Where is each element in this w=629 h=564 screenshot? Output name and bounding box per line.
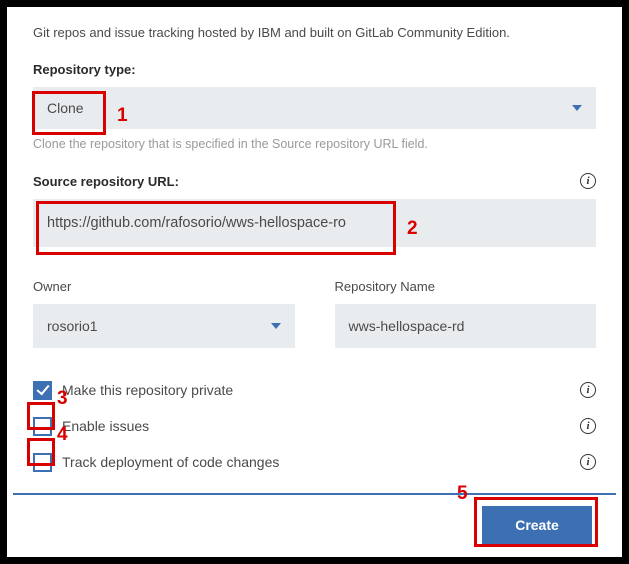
caret-down-icon [271, 323, 281, 329]
panel-description: Git repos and issue tracking hosted by I… [33, 25, 596, 40]
info-icon[interactable]: i [580, 418, 596, 434]
create-button-label: Create [515, 517, 559, 533]
checkbox-issues-row: Enable issues i [33, 414, 596, 438]
repo-type-value: Clone [47, 100, 84, 116]
repo-type-select[interactable]: Clone [33, 87, 596, 129]
caret-down-icon [572, 105, 582, 111]
reponame-input[interactable]: wws-hellospace-rd [335, 304, 597, 348]
checkbox-track-row: Track deployment of code changes i [33, 450, 596, 474]
info-icon[interactable]: i [580, 454, 596, 470]
owner-value: rosorio1 [47, 318, 98, 334]
checkbox-private[interactable] [33, 381, 52, 400]
checkbox-issues-label: Enable issues [62, 418, 149, 434]
reponame-label: Repository Name [335, 279, 597, 294]
reponame-value: wws-hellospace-rd [349, 318, 465, 334]
repo-type-helper: Clone the repository that is specified i… [33, 137, 596, 151]
checkbox-track-label: Track deployment of code changes [62, 454, 279, 470]
info-icon[interactable]: i [580, 382, 596, 398]
source-url-input[interactable]: https://github.com/rafosorio/wws-hellosp… [33, 199, 596, 247]
checkbox-track[interactable] [33, 453, 52, 472]
checkbox-private-row: Make this repository private i [33, 378, 596, 402]
divider [13, 493, 616, 495]
source-url-value: https://github.com/rafosorio/wws-hellosp… [47, 215, 346, 231]
source-url-label: Source repository URL: [33, 174, 179, 189]
owner-label: Owner [33, 279, 295, 294]
info-icon[interactable]: i [580, 173, 596, 189]
config-panel: Git repos and issue tracking hosted by I… [7, 7, 622, 557]
create-button[interactable]: Create [482, 506, 592, 544]
checkbox-private-label: Make this repository private [62, 382, 233, 398]
owner-select[interactable]: rosorio1 [33, 304, 295, 348]
repo-type-label: Repository type: [33, 62, 596, 77]
checkbox-issues[interactable] [33, 417, 52, 436]
